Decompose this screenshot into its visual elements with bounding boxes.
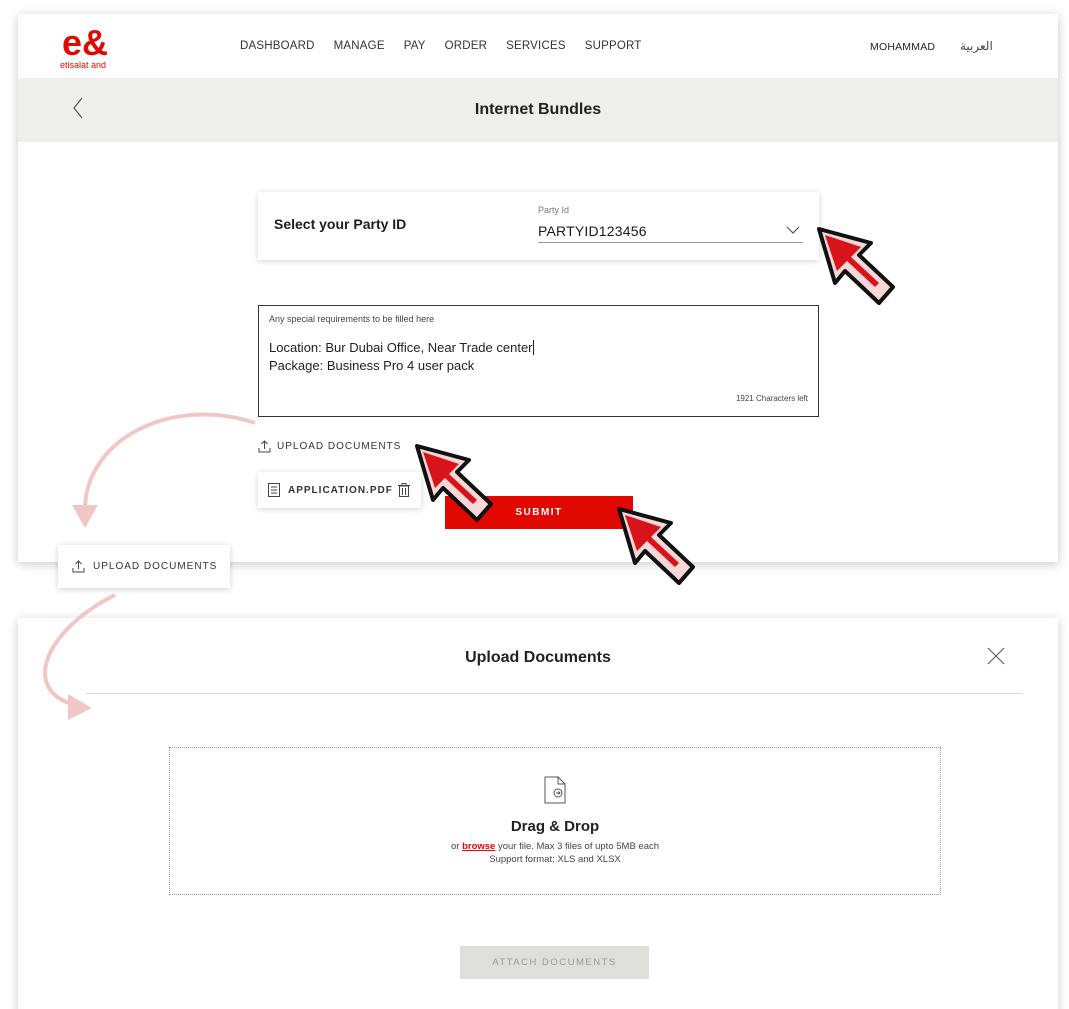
special-requirements-textarea[interactable]: Any special requirements to be filled he… [258, 305, 819, 417]
page-title: Internet Bundles [474, 101, 602, 118]
characters-left-counter: 1921 Characters left [735, 394, 808, 403]
submit-button[interactable]: SUBMIT [445, 496, 633, 529]
file-drop-icon [544, 776, 566, 804]
brand-logo-mark: e& [62, 26, 108, 60]
brand-logo[interactable]: e& etisalat and [60, 26, 120, 74]
nav-item-services[interactable]: SERVICES [506, 40, 566, 52]
upload-documents-label: UPLOAD DOCUMENTS [277, 440, 402, 452]
upload-documents-callout-label: UPLOAD DOCUMENTS [93, 561, 218, 572]
party-id-heading: Select your Party ID [274, 216, 407, 232]
special-requirements-label: Any special requirements to be filled he… [269, 314, 435, 324]
upload-icon [258, 439, 271, 452]
party-id-underline [538, 242, 803, 243]
chevron-down-icon[interactable] [786, 225, 800, 235]
top-header: e& etisalat and DASHBOARD MANAGE PAY ORD… [18, 14, 1058, 78]
nav-item-order[interactable]: ORDER [445, 40, 488, 52]
text-caret [532, 340, 534, 355]
brand-logo-subtitle: etisalat and [60, 60, 107, 70]
drag-drop-title: Drag & Drop [510, 818, 600, 835]
drop-or-text: or [450, 841, 460, 852]
main-nav: DASHBOARD MANAGE PAY ORDER SERVICES SUPP… [240, 40, 661, 52]
requirements-line-location: Location: Bur Dubai Office, Near Trade c… [269, 340, 534, 355]
nav-item-support[interactable]: SUPPORT [585, 40, 642, 52]
party-id-select[interactable]: PARTYID123456 [538, 223, 647, 239]
upload-documents-link[interactable]: UPLOAD DOCUMENTS [258, 439, 401, 453]
drop-limits-text: your file. Max 3 files of upto 5MB each [497, 841, 660, 852]
file-dropzone[interactable]: Drag & Drop or browse your file. Max 3 f… [169, 747, 941, 895]
party-id-card: Select your Party ID Party Id PARTYID123… [258, 192, 819, 260]
uploaded-file-chip: APPLICATION.PDF [258, 472, 421, 508]
upload-icon [72, 560, 85, 573]
svg-text:e&: e& [62, 26, 108, 60]
nav-item-manage[interactable]: MANAGE [334, 40, 385, 52]
requirements-line1-text: Location: Bur Dubai Office, Near Trade c… [269, 340, 533, 355]
uploaded-file-name: APPLICATION.PDF [288, 485, 393, 496]
order-page-panel: e& etisalat and DASHBOARD MANAGE PAY ORD… [18, 14, 1058, 562]
supported-formats-text: Support format: XLS and XLSX [489, 854, 621, 865]
upload-documents-callout[interactable]: UPLOAD DOCUMENTS [58, 545, 230, 588]
browse-link[interactable]: browse [462, 841, 495, 852]
language-toggle[interactable]: العربية [960, 39, 993, 53]
page-title-bar: Internet Bundles [18, 78, 1058, 142]
nav-item-pay[interactable]: PAY [404, 40, 426, 52]
modal-divider [86, 693, 1022, 694]
nav-item-dashboard[interactable]: DASHBOARD [240, 40, 315, 52]
drag-drop-description: or browse your file. Max 3 files of upto… [170, 841, 940, 852]
close-icon[interactable] [986, 646, 1006, 666]
modal-title: Upload Documents [465, 649, 611, 666]
upload-documents-modal: Upload Documents Drag & Drop or browse y… [18, 618, 1058, 1009]
user-name[interactable]: MOHAMMAD [870, 41, 935, 53]
trash-icon[interactable] [398, 483, 410, 497]
party-id-field-label: Party Id [538, 205, 570, 215]
requirements-line-package: Package: Business Pro 4 user pack [269, 358, 475, 373]
attach-documents-button[interactable]: ATTACH DOCUMENTS [460, 946, 649, 979]
document-icon [268, 483, 280, 497]
